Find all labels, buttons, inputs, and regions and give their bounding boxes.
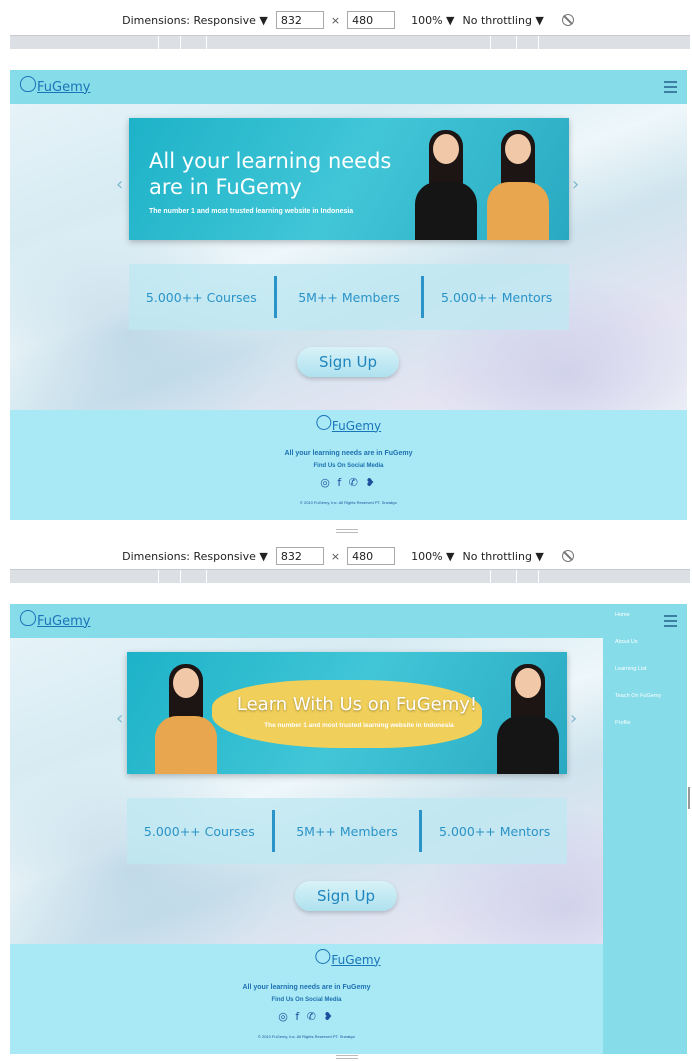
width-input[interactable]: 832 (275, 11, 324, 29)
hamburger-menu-icon[interactable] (664, 81, 677, 96)
stat-mentors: 5.000++ Mentors (439, 823, 551, 839)
sign-up-button[interactable]: Sign Up (297, 347, 399, 377)
zoom-dropdown[interactable]: 100% ▼ (411, 550, 454, 563)
stat-mentors: 5.000++ Mentors (441, 289, 553, 305)
carousel-prev-icon[interactable]: ‹ (116, 174, 123, 195)
device-viewport: FuGemy ‹ All your learning needs are in … (10, 70, 687, 520)
media-query-ruler[interactable] (10, 569, 690, 584)
person-photo-1 (155, 664, 217, 774)
slide-subline: The number 1 and most trusted learning w… (149, 208, 354, 215)
hamburger-menu-icon[interactable] (664, 615, 677, 630)
logo-text: FuGemy (37, 613, 91, 629)
hero-section: ‹ Learn With Us on FuGemy! The number 1 … (10, 638, 687, 944)
devtools-toolbar: Dimensions: Responsive ▼ 832 × 480 100% … (0, 9, 692, 31)
slide-subline: The number 1 and most trusted learning w… (264, 722, 454, 729)
person-photo-2 (497, 664, 559, 774)
menu-item-teach-on-fugemy[interactable]: Teach On FuGemy (603, 691, 687, 718)
times-sign: × (330, 549, 341, 563)
rotate-disabled-icon[interactable] (561, 14, 574, 26)
logo-text: FuGemy (37, 79, 91, 95)
copyright: © 2010 FuGemy, Inc. All Rights Reserved … (257, 1034, 356, 1039)
media-query-ruler[interactable] (10, 35, 690, 50)
slide-headline: Learn With Us on FuGemy! (236, 694, 478, 715)
footer-tagline: All your learning needs are in FuGemy (284, 450, 413, 457)
carousel-slide: Learn With Us on FuGemy! The number 1 an… (127, 652, 567, 774)
slide-headline: All your learning needs are in FuGemy (149, 149, 392, 199)
carousel-slide: All your learning needs are in FuGemy Th… (129, 118, 569, 240)
carousel-prev-icon[interactable]: ‹ (116, 708, 123, 729)
times-sign: × (330, 13, 341, 27)
stat-members: 5M++ Members (296, 823, 398, 839)
owl-logo-icon (315, 415, 331, 430)
throttling-dropdown[interactable]: No throttling ▼ (462, 550, 543, 563)
site-logo[interactable]: FuGemy (20, 76, 91, 95)
rotate-disabled-icon[interactable] (561, 550, 574, 562)
stats-bar: 5.000++ Courses 5M++ Members 5.000++ Men… (129, 264, 569, 330)
stats-bar: 5.000++ Courses 5M++ Members 5.000++ Men… (127, 798, 567, 864)
footer-tagline: All your learning needs are in FuGemy (242, 984, 371, 991)
menu-item-profile[interactable]: Profile (603, 718, 687, 745)
resize-handle[interactable] (336, 1055, 358, 1059)
copyright: © 2010 FuGemy, Inc. All Rights Reserved … (299, 500, 398, 505)
device-viewport: FuGemy ‹ Learn With Us on FuGemy! The nu… (10, 604, 687, 1054)
site-logo[interactable]: FuGemy (20, 610, 91, 629)
scrollbar-thumb[interactable] (688, 787, 690, 809)
footer-logo[interactable]: FuGemy (315, 415, 382, 433)
resize-handle[interactable] (336, 529, 358, 533)
social-icons[interactable]: ◎ f ✆ ❥ (10, 1010, 603, 1023)
side-menu: Home About Us Learning List Teach On FuG… (603, 604, 687, 1054)
footer-logo[interactable]: FuGemy (315, 949, 381, 967)
owl-logo-icon (20, 76, 36, 92)
stat-members: 5M++ Members (298, 289, 400, 305)
sign-up-button[interactable]: Sign Up (295, 881, 397, 911)
footer-social-heading: Find Us On Social Media (271, 997, 342, 1003)
person-photo-2 (487, 130, 549, 240)
owl-logo-icon (315, 949, 331, 964)
height-input[interactable]: 480 (347, 11, 396, 29)
person-photo-1 (415, 130, 477, 240)
devtools-toolbar: Dimensions: Responsive ▼ 832 × 480 100% … (0, 545, 692, 567)
footer: FuGemy All your learning needs are in Fu… (10, 944, 687, 1054)
footer: FuGemy All your learning needs are in Fu… (10, 410, 687, 520)
dimensions-dropdown[interactable]: Dimensions: Responsive ▼ (122, 14, 268, 27)
social-icons[interactable]: ◎ f ✆ ❥ (10, 476, 687, 489)
stat-courses: 5.000++ Courses (145, 289, 257, 305)
dimensions-dropdown[interactable]: Dimensions: Responsive ▼ (122, 550, 268, 563)
carousel-next-icon[interactable]: › (570, 708, 577, 729)
footer-logo-text: FuGemy (331, 418, 382, 433)
throttling-dropdown[interactable]: No throttling ▼ (462, 14, 543, 27)
stat-courses: 5.000++ Courses (143, 823, 255, 839)
width-input[interactable]: 832 (275, 547, 324, 565)
footer-social-heading: Find Us On Social Media (313, 463, 384, 469)
menu-item-about-us[interactable]: About Us (603, 637, 687, 664)
menu-item-learning-list[interactable]: Learning List (603, 664, 687, 691)
height-input[interactable]: 480 (347, 547, 396, 565)
zoom-dropdown[interactable]: 100% ▼ (411, 14, 454, 27)
navbar: FuGemy (10, 604, 687, 638)
navbar: FuGemy (10, 70, 687, 104)
hero-section: ‹ All your learning needs are in FuGemy … (10, 104, 687, 410)
footer-logo-text: FuGemy (331, 952, 381, 967)
owl-logo-icon (20, 610, 36, 626)
carousel-next-icon[interactable]: › (572, 174, 579, 195)
